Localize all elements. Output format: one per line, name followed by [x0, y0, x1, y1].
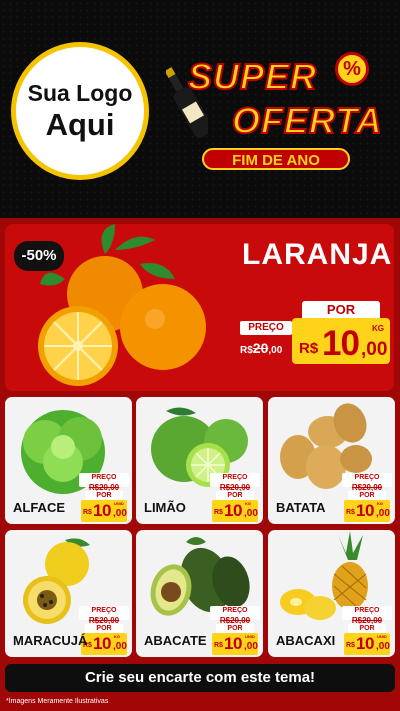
product-por-label: POR: [348, 491, 386, 500]
currency: R$: [214, 642, 223, 649]
product-price-box: R$ 10,00 KG: [212, 500, 258, 522]
product-por-label: POR: [216, 491, 254, 500]
price-int: 10: [224, 501, 242, 520]
preco-text: PREÇO: [354, 607, 380, 614]
featured-por-label: POR: [302, 301, 380, 319]
featured-old-currency: R$: [240, 345, 253, 356]
product-por-label: POR: [216, 624, 254, 633]
preco-text: PREÇO: [354, 474, 380, 481]
title-oferta: OFERTA: [231, 99, 383, 142]
featured-price-int: 10: [322, 324, 360, 363]
featured-old-int: 20: [252, 340, 269, 356]
featured-currency: R$: [299, 340, 319, 357]
featured-price-dec: ,00: [361, 339, 388, 360]
price-int: 10: [356, 634, 374, 653]
product-price-box: R$ 10,00 KG: [81, 633, 127, 655]
disclaimer-note: *Imagens Meramente Ilustrativas: [6, 698, 109, 705]
product-preco-label: PREÇO R$20,00: [210, 606, 260, 625]
price-dec: ,00: [113, 508, 127, 519]
cta-banner: Crie seu encarte com este tema!: [5, 664, 395, 692]
product-preco-label: PREÇO R$20,00: [79, 473, 129, 492]
product-name: LIMÃO: [144, 500, 186, 515]
currency: R$: [346, 509, 355, 516]
product-por-label: POR: [85, 491, 123, 500]
unit: UNID: [114, 501, 124, 506]
logo-line-2: Aqui: [45, 107, 115, 142]
product-card-maracuja: PREÇO R$20,00 POR R$ 10,00 KG MARACUJÁ: [5, 530, 132, 657]
preco-text: PREÇO: [91, 474, 117, 481]
product-name: ALFACE: [13, 500, 65, 515]
product-card-batata: PREÇO R$20,00 POR R$ 10,00 KG BATATA: [268, 397, 395, 524]
featured-old-dec: ,00: [268, 345, 283, 356]
title-super: SUPER: [187, 55, 318, 98]
unit: KG: [377, 501, 383, 506]
product-name: BATATA: [276, 500, 326, 515]
unit: UNID: [245, 634, 255, 639]
store-logo: Sua Logo Aqui: [11, 42, 149, 180]
product-card-abacate: PREÇO R$20,00 POR R$ 10,00 UNID ABACATE: [136, 530, 263, 657]
product-name: ABACAXI: [276, 633, 336, 648]
price-int: 10: [93, 634, 111, 653]
product-preco-label: PREÇO R$20,00: [79, 606, 129, 625]
product-preco-label: PREÇO R$20,00: [342, 473, 392, 492]
product-card-limao: PREÇO R$20,00 POR R$ 10,00 KG LIMÃO: [136, 397, 263, 524]
product-card-alface: PREÇO R$20,00 POR R$ 10,00 UNID ALFACE: [5, 397, 132, 524]
product-price-box: R$ 10,00 UNID: [212, 633, 258, 655]
product-price-box: R$ 10,00 UNID: [344, 633, 390, 655]
discount-badge: -50%: [14, 241, 64, 271]
currency: R$: [214, 509, 223, 516]
percent-badge: %: [335, 52, 369, 86]
product-name: MARACUJÁ: [13, 633, 88, 648]
unit: KG: [114, 634, 120, 639]
featured-preco-label: PREÇO: [240, 321, 292, 335]
product-price-box: R$ 10,00 UNID: [81, 500, 127, 522]
featured-price-box: R$ 10 ,00 KG: [292, 318, 390, 364]
product-preco-label: PREÇO R$20,00: [210, 473, 260, 492]
unit: KG: [245, 501, 251, 506]
product-por-label: POR: [85, 624, 123, 633]
featured-unit: KG: [372, 324, 384, 333]
preco-text: PREÇO: [91, 607, 117, 614]
price-int: 10: [356, 501, 374, 520]
preco-text: PREÇO: [222, 474, 248, 481]
unit: UNID: [377, 634, 387, 639]
product-preco-label: PREÇO R$20,00: [342, 606, 392, 625]
product-price-box: R$ 10,00 KG: [344, 500, 390, 522]
featured-product-name: LARANJA: [242, 238, 393, 271]
price-dec: ,00: [376, 508, 390, 519]
product-card-abacaxi: PREÇO R$20,00 POR R$ 10,00 UNID ABACAXI: [268, 530, 395, 657]
title-subtitle: FIM DE ANO: [202, 148, 350, 170]
price-dec: ,00: [244, 508, 258, 519]
price-dec: ,00: [113, 641, 127, 652]
price-dec: ,00: [376, 641, 390, 652]
currency: R$: [346, 642, 355, 649]
logo-line-1: Sua Logo: [27, 80, 133, 106]
product-name: ABACATE: [144, 633, 207, 648]
price-int: 10: [93, 501, 111, 520]
price-dec: ,00: [244, 641, 258, 652]
preco-text: PREÇO: [222, 607, 248, 614]
featured-old-price: R$20,00: [240, 340, 282, 356]
currency: R$: [83, 509, 92, 516]
price-int: 10: [224, 634, 242, 653]
product-por-label: POR: [348, 624, 386, 633]
